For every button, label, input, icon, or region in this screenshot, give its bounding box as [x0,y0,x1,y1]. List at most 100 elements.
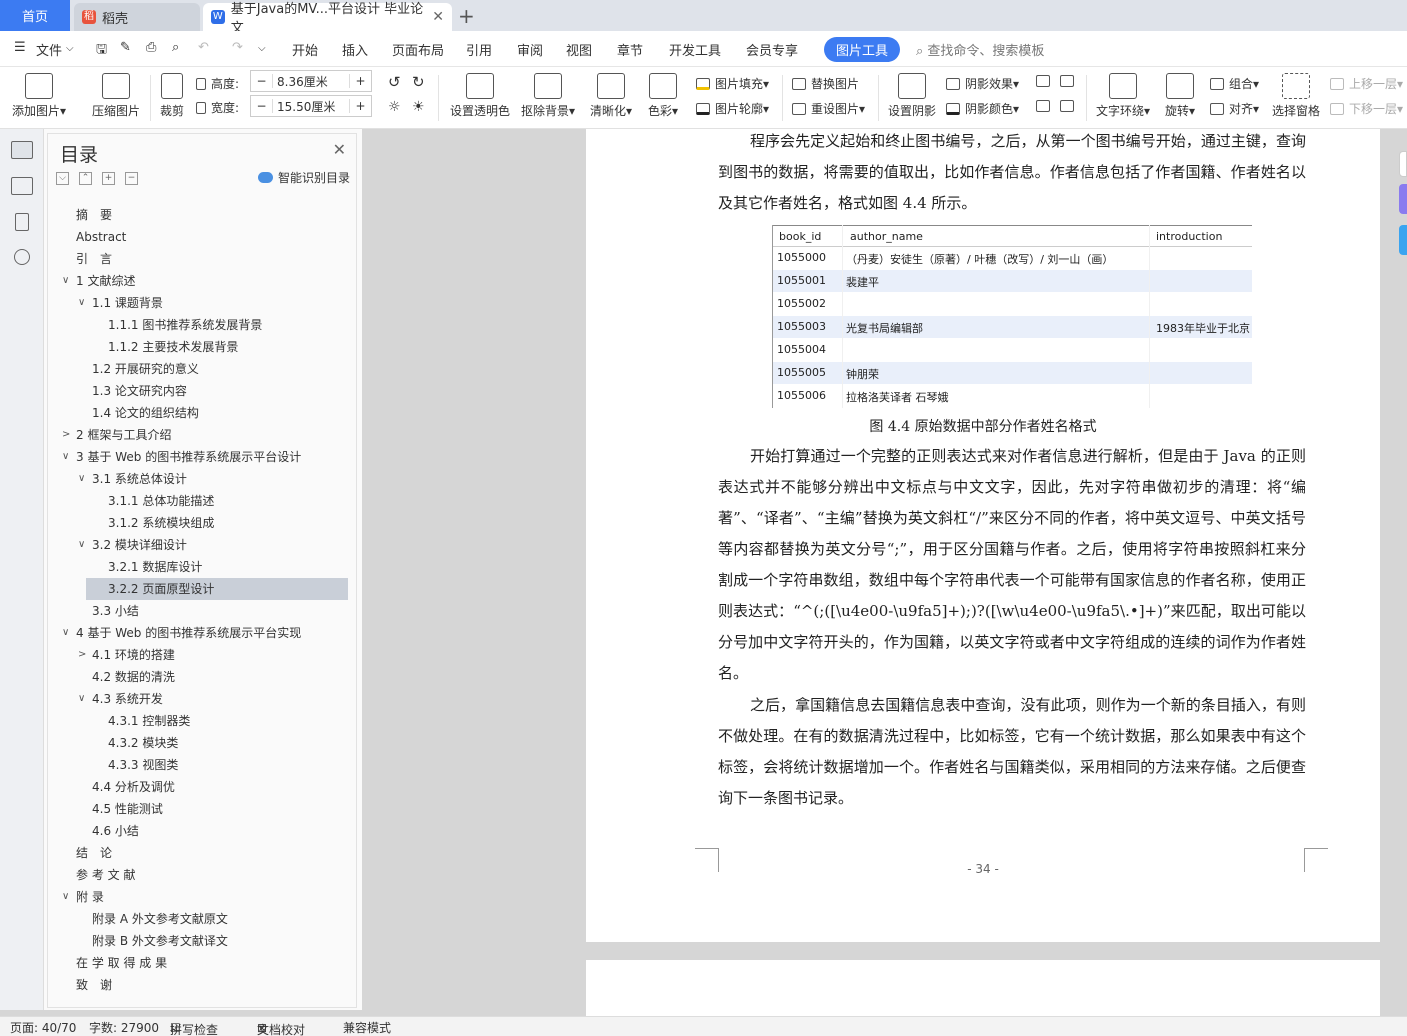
chevron-down-icon[interactable]: ∨ [62,446,69,468]
menu-references[interactable]: 引用 [466,40,492,59]
remove-heading-icon[interactable]: − [125,172,138,185]
height-value[interactable]: 8.36厘米 [273,73,349,90]
smart-toc-button[interactable]: 智能识别目录 [257,169,350,186]
chevron-down-icon[interactable]: ∨ [78,468,85,490]
toc-item[interactable]: 附录 B 外文参考文献译文 [48,930,356,952]
search-command[interactable]: ⌕ 查找命令、搜索模板 [916,40,1044,59]
word-count[interactable]: 字数: 27900 [89,1019,159,1036]
tab-document[interactable]: W 基于Java的MV...平台设计 毕业论文 ✕ [203,2,452,36]
width-decrement-button[interactable]: − [251,99,273,113]
menu-developer[interactable]: 开发工具 [669,40,721,59]
selection-pane-button[interactable]: 选择窗格 [1272,73,1320,119]
height-input[interactable]: − 8.36厘米 + [250,70,372,92]
add-heading-icon[interactable]: + [102,172,115,185]
next-page[interactable] [586,960,1380,1020]
toc-item[interactable]: Abstract [48,226,356,248]
print-preview-icon[interactable]: ⌕ [172,40,179,55]
menu-view[interactable]: 视图 [566,40,592,59]
toc-item[interactable]: 1.1.1 图书推荐系统发展背景 [48,314,356,336]
toc-item[interactable]: 4.3.2 模块类 [48,732,356,754]
print-icon[interactable]: ⎙ [146,40,156,55]
shadow-down-icon[interactable] [1060,75,1079,87]
side-tool-icon[interactable] [1399,151,1407,177]
toc-item[interactable]: >4.1 环境的搭建 [48,644,356,666]
width-input[interactable]: − 15.50厘米 + [250,95,372,117]
paragraph-1[interactable]: 程序会先定义起始和终止图书编号，之后，从第一个图书编号开始，通过主键，查询到图书… [718,126,1306,219]
toc-item[interactable]: 在 学 取 得 成 果 [48,952,356,974]
compress-picture-button[interactable]: 压缩图片 [92,73,140,119]
chevron-down-icon[interactable]: ∨ [62,270,69,292]
chevron-down-icon[interactable]: ∨ [62,886,69,908]
chevron-right-icon[interactable]: > [78,644,86,666]
brightness-up-icon[interactable]: ☀ [412,99,425,115]
toc-item[interactable]: ∨ 1 文献综述 [48,270,356,292]
picture-fill-button[interactable]: 图片填充 ▾ [696,75,769,92]
toc-item[interactable]: 附录 A 外文参考文献原文 [48,908,356,930]
paragraph-3[interactable]: 之后，拿国籍信息去国籍信息表中查询，没有此项，则作为一个新的条目插入，有则不做处… [718,690,1306,814]
shadow-right-icon[interactable] [1060,100,1079,112]
menu-picture-tools[interactable]: 图片工具 [824,37,901,62]
page-count[interactable]: 页面: 40/70 [10,1019,76,1036]
save-icon[interactable]: 🖫 [96,40,107,62]
bring-forward-button[interactable]: 上移一层 ▾ [1330,75,1403,92]
toc-item[interactable]: ∨ 附 录 [48,886,356,908]
side-tool-icon[interactable] [1399,184,1407,214]
rotate-left-icon[interactable]: ↺ [388,73,401,91]
toc-item[interactable]: 3.1.1 总体功能描述 [48,490,356,512]
toc-item-selected[interactable]: 3.2.2 页面原型设计 [86,578,348,600]
menu-start[interactable]: 开始 [292,40,318,59]
toc-item[interactable]: 4.3.1 控制器类 [48,710,356,732]
brightness-down-icon[interactable]: ☼ [388,99,401,115]
quick-access-more-icon[interactable]: ⌵ [258,43,266,54]
menu-chapter[interactable]: 章节 [617,40,643,59]
set-shadow-button[interactable]: 设置阴影 [888,73,936,119]
toc-item[interactable]: 1.2 开展研究的意义 [48,358,356,380]
replace-picture-button[interactable]: 替换图片 [792,75,859,92]
rotate-button[interactable]: 旋转▾ [1165,73,1195,119]
align-button[interactable]: 对齐 ▾ [1210,100,1259,117]
toc-item[interactable]: 1.3 论文研究内容 [48,380,356,402]
toc-item[interactable]: 引 言 [48,248,356,270]
toc-item[interactable]: 4.2 数据的清洗 [48,666,356,688]
close-tab-icon[interactable]: ✕ [432,9,444,25]
set-transparent-button[interactable]: 设置透明色 [450,73,510,119]
chapter-nav-icon[interactable] [11,177,33,195]
rotate-right-icon[interactable]: ↻ [412,73,425,91]
menu-review[interactable]: 审阅 [517,40,543,59]
menu-layout[interactable]: 页面布局 [392,40,444,59]
group-button[interactable]: 组合 ▾ [1210,75,1259,92]
shadow-up-icon[interactable] [1036,75,1055,87]
send-backward-button[interactable]: 下移一层 ▾ [1330,100,1403,117]
menu-member[interactable]: 会员专享 [746,40,798,59]
undo-icon[interactable]: ↶ [198,40,209,55]
picture-outline-button[interactable]: 图片轮廓 ▾ [696,100,769,117]
toc-item[interactable]: ∨ 3.2 模块详细设计 [48,534,356,556]
width-value[interactable]: 15.50厘米 [273,98,349,115]
menu-insert[interactable]: 插入 [342,40,368,59]
sharpen-button[interactable]: 清晰化▾ [590,73,632,119]
toc-item[interactable]: 4.5 性能测试 [48,798,356,820]
close-icon[interactable]: ✕ [333,140,346,159]
toc-item[interactable]: 结 论 [48,842,356,864]
height-decrement-button[interactable]: − [251,74,273,88]
add-picture-button[interactable]: 添加图片▾ [12,73,66,119]
side-tool-icon[interactable] [1399,225,1407,255]
color-button[interactable]: 色彩▾ [648,73,678,119]
toc-panel-icon[interactable] [11,141,33,159]
collapse-all-icon[interactable]: ⌃ [79,172,92,185]
expand-all-icon[interactable]: ⌵ [56,172,69,185]
reset-picture-button[interactable]: 重设图片 ▾ [792,100,865,117]
toc-item[interactable]: ∨ 3 基于 Web 的图书推荐系统展示平台设计 [48,446,356,468]
chevron-down-icon[interactable]: ∨ [62,622,69,644]
toc-item[interactable]: 3.2.1 数据库设计 [48,556,356,578]
paragraph-2[interactable]: 开始打算通过一个完整的正则表达式来对作者信息进行解析，但是由于 Java 的正则… [718,441,1306,689]
chevron-down-icon[interactable]: ∨ [78,292,85,314]
height-increment-button[interactable]: + [349,74,371,88]
toc-item[interactable]: 致 谢 [48,974,356,996]
toc-item[interactable]: ∨ 3.1 系统总体设计 [48,468,356,490]
shadow-left-icon[interactable] [1036,100,1055,112]
chevron-down-icon[interactable]: ∨ [78,534,85,556]
toc-item[interactable]: ∨ 4 基于 Web 的图书推荐系统展示平台实现 [48,622,356,644]
search-icon[interactable] [14,249,30,265]
shadow-color-button[interactable]: 阴影颜色 ▾ [946,100,1019,117]
